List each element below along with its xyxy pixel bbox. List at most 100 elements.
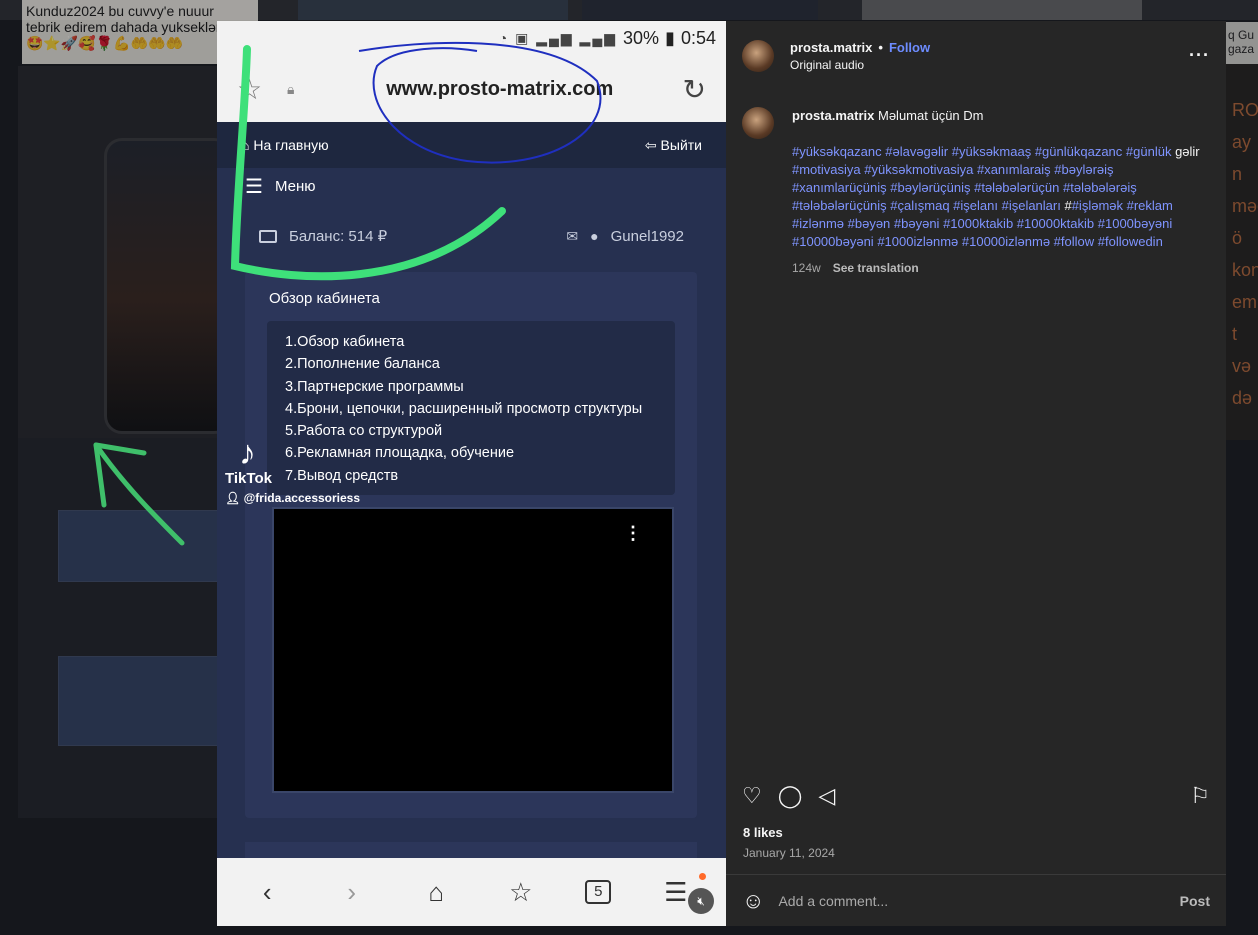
status-time: 0:54 [680,28,716,48]
hashtag-link[interactable]: #izlənmə [792,216,848,231]
avatar[interactable] [742,107,774,139]
message-icon: ✉ [566,227,579,244]
forward-icon: › [347,876,357,907]
post-button[interactable]: Post [1180,893,1210,909]
avatar[interactable] [742,39,774,72]
logout-label: Выйти [660,136,702,153]
hashtags: #yüksəkqazanc #əlavəgəlir #yüksəkmaaş #g… [792,143,1210,251]
hashtag-link[interactable]: #bəylərüçüniş [890,180,974,195]
hashtag-link[interactable]: #günlük [1126,144,1175,159]
post-date: January 11, 2024 [743,846,835,860]
bg-text-line: ö [1232,228,1243,248]
hashtag-link[interactable]: #10000izlənmə [962,234,1054,249]
hashtag-link[interactable]: #xanımlaraiş [977,162,1054,177]
url-text: www.prosto-matrix.com [386,77,614,100]
background-tile [862,0,1142,20]
hashtag-link[interactable]: #tələbələrüçün [974,180,1063,195]
hashtag-link[interactable]: #follow [1054,234,1098,249]
hashtag-link[interactable]: #tələbələrüçüniş [792,198,890,213]
follow-button[interactable]: Follow [889,40,930,55]
cabinet-list-item: 2.Пополнение баланса [285,356,440,373]
hashtag-link[interactable]: #işelanları [1002,198,1065,213]
background-video-thumb [58,656,218,746]
hashtag-link[interactable]: #10000ktakib [1017,216,1098,231]
emoji-icon[interactable]: ☺ [742,888,764,914]
background-tile [582,0,818,20]
heart-icon[interactable]: ♡ [742,783,762,809]
card-icon [259,229,277,243]
background-tile [298,0,568,20]
tiktok-watermark: ♪ TikTok 👤︎ @frida.accessoriess [225,436,360,505]
background-right-chat: q Gu gaza [1226,22,1258,64]
browser-nav-bar: ‹ › ⌂ ☆ 5 ☰ [217,858,726,926]
bg-text-line: ay n [1232,132,1252,184]
more-options-icon[interactable]: ··· [1189,45,1210,66]
reload-icon: ↻ [682,73,706,105]
hashtag-link[interactable]: #bəylərəiş [1054,162,1113,177]
bookmark-icon[interactable]: ⚐ [1190,783,1210,809]
caption-username[interactable]: prosta.matrix [792,108,874,123]
reel-media[interactable]: ◔ ▣ ▂▄▆ ▂▄▆ 30% ▮ 0:54 ☆ 🔒︎ www.prosto-m… [217,21,726,926]
tiktok-brand: TikTok [225,470,272,487]
mute-icon[interactable]: 🔇︎ [688,888,714,914]
comment-input[interactable]: Add a comment... [778,893,1165,909]
hashtag-link[interactable]: #reklam [1127,198,1173,213]
hashtag-link[interactable]: #1000bəyəni [1098,216,1172,231]
separator-dot: • [878,39,883,55]
chat-line: Kunduz2024 bu cuvvy'e nuuur [26,3,214,19]
post-username[interactable]: prosta.matrix [790,40,872,55]
hashtag-link[interactable]: #followedin [1098,234,1163,249]
home-link: ⌂ На главную [241,137,329,153]
likes-count[interactable]: 8 likes [743,825,783,840]
hashtag-link[interactable]: #işləmək [1072,198,1127,213]
back-icon: ‹ [262,876,272,907]
cabinet-list-item: 3.Партнерские программы [285,378,464,395]
background-right-text: ROS ay n məc ö kon emb t və də [1226,64,1258,440]
background-phone-image [18,66,232,438]
hashtag-link[interactable]: #1000izlənmə [877,234,962,249]
bg-text-line: kon [1232,260,1258,280]
hashtag-link[interactable]: #yüksəkqazanc [792,144,885,159]
phone-status-bar: ◔ ▣ ▂▄▆ ▂▄▆ 30% ▮ 0:54 [217,21,726,56]
video-menu-icon: ⋮ [624,523,642,543]
post-age: 124w [792,261,821,275]
hashtag-link[interactable]: #bəyəni [894,216,943,231]
hashtag-link[interactable]: #çalışmaq [890,198,953,213]
hashtag-plain-text: gəlir [1175,144,1200,159]
notification-dot [699,873,706,880]
post-header: prosta.matrix • Follow Original audio ··… [726,21,1226,91]
tabs-icon: 5 [585,880,612,904]
hashtag-link[interactable]: #əlavəgəlir [885,144,952,159]
see-translation-button[interactable]: See translation [833,259,919,277]
hashtag-link[interactable]: #xanımlarüçüniş [792,180,890,195]
home-icon: ⌂ [428,876,445,907]
post-actions: ♡ ◯ ◁ ⚐ [742,783,1210,809]
hashtag-link[interactable]: #tələbələrəiş [1063,180,1137,195]
caption-text: Məlumat üçün Dm [878,108,984,123]
hashtag-link[interactable]: #günlükqazanc [1035,144,1126,159]
battery-icon: ▮ [665,28,675,48]
bookmarks-icon: ☆ [509,876,533,907]
hashtag-link[interactable]: #motivasiya [792,162,864,177]
hashtag-link[interactable]: #10000bəyəni [792,234,877,249]
browser-url-bar: ☆ 🔒︎ www.prosto-matrix.com ↻ [217,56,726,122]
hashtag-link[interactable]: #yüksəkmaaş [952,144,1035,159]
tiktok-user: 👤︎ @frida.accessoriess [225,491,361,505]
hashtag-link[interactable]: #yüksəkmotivasiya [864,162,977,177]
battery-level: 30% [623,28,660,48]
star-icon: ☆ [237,73,263,105]
hashtag-link[interactable]: #bəyən [848,216,894,231]
tiktok-username: @frida.accessoriess [243,491,361,505]
audio-link[interactable]: Original audio [790,58,1189,72]
share-icon[interactable]: ◁ [818,783,835,809]
menu-label: Меню [274,177,316,195]
bg-text-line: emb [1232,292,1258,312]
hashtag-link[interactable]: #işelanı [953,198,1001,213]
cabinet-list-item: 1.Обзор кабинета [285,334,405,350]
cabinet-overview-card: Обзор кабинета 1.Обзор кабинета 2.Пополн… [245,272,697,818]
user-icon: ● [590,228,599,244]
hashtag-link[interactable]: #1000ktakib [943,216,1017,231]
comment-icon[interactable]: ◯ [778,783,803,809]
balance-row: Баланс: 514 ₽ ✉ ● Gunel1992 [217,204,726,268]
comment-bar: ☺ Add a comment... Post [726,874,1226,926]
